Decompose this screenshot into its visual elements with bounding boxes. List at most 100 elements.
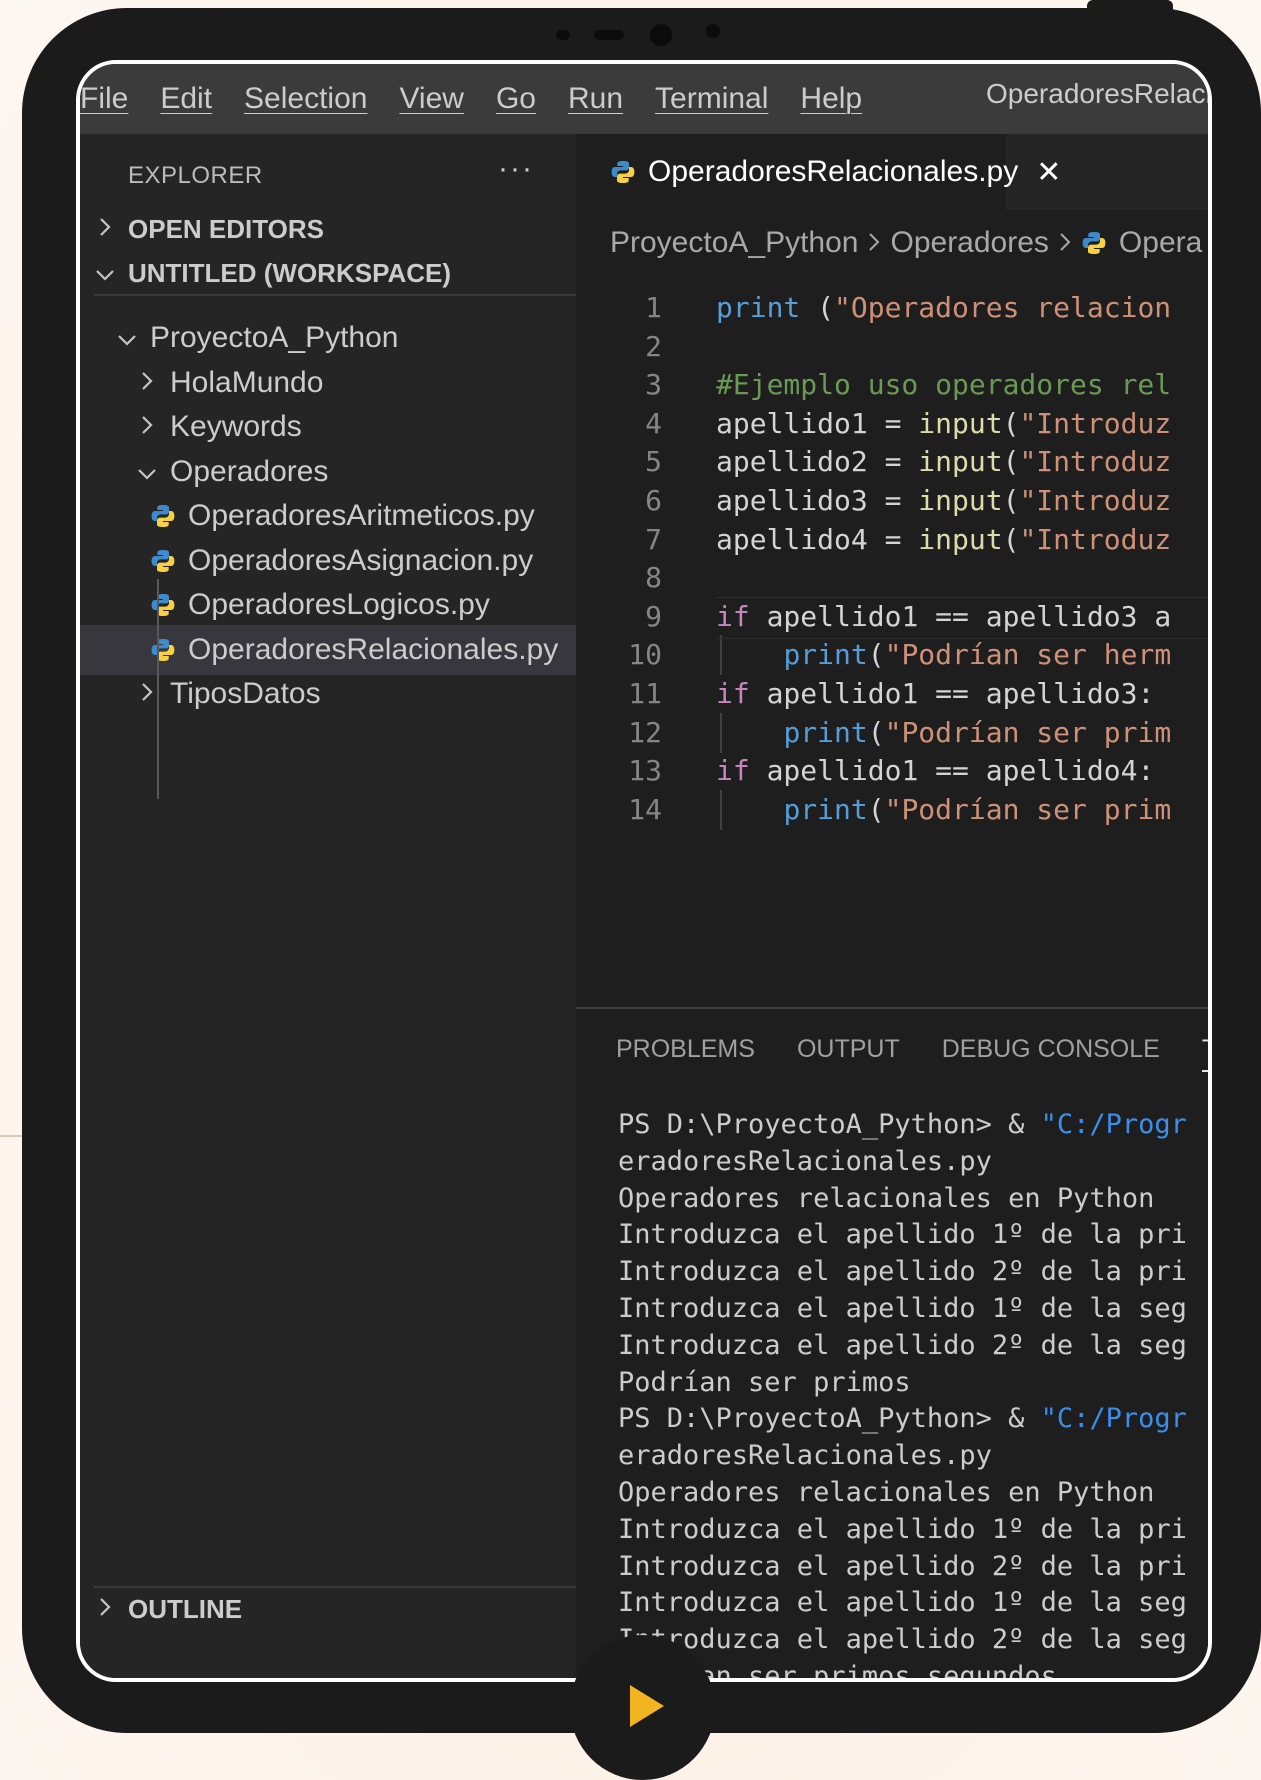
workspace-section[interactable]: UNTITLED (WORKSPACE) — [94, 258, 451, 289]
current-line-highlight — [716, 596, 1208, 639]
explorer-header: EXPLORER — [128, 162, 263, 189]
chevron-right-icon — [136, 679, 158, 710]
outline-section[interactable]: OUTLINE — [94, 1594, 242, 1625]
code-line[interactable]: 14 print("Podrían ser prim — [576, 789, 1208, 830]
menu-bar: File Edit Selection View Go Run Terminal Help Op… — [80, 64, 1208, 134]
code-line[interactable]: 13 if apellido1 == apellido4: — [576, 751, 1208, 791]
chevron-right-icon — [94, 1594, 116, 1625]
code-line[interactable]: 3 #Ejemplo uso operadores rel — [576, 365, 1208, 405]
tree-folder-item[interactable]: ProyectoA_Python — [80, 313, 576, 363]
tab-label: OperadoresRelacionales.py — [648, 155, 1019, 188]
play-button[interactable] — [570, 1635, 715, 1780]
camera-dot — [556, 30, 570, 40]
line-number: 12 — [628, 715, 662, 749]
line-number: 6 — [645, 484, 662, 517]
code-text: print("Podrían ser prim — [783, 715, 1172, 749]
more-actions-icon[interactable]: ··· — [498, 152, 534, 186]
panel-tab-problems[interactable]: PROBLEMS — [616, 1035, 755, 1072]
editor-area: OperadoresRelacionales.py ✕ ProyectoA_Py… — [576, 134, 1208, 1678]
decorative-line — [0, 1135, 22, 1137]
editor-tab[interactable]: OperadoresRelacionales.py ✕ — [576, 134, 1061, 210]
code-line[interactable]: 7 apellido4 = input("Introduz — [576, 520, 1208, 560]
tree-item-label: HolaMundo — [170, 366, 324, 399]
code-text: if apellido1 == apellido3: — [716, 677, 1155, 710]
line-number: 5 — [645, 445, 662, 479]
panel-tabs: PROBLEMS OUTPUT DEBUG CONSOLE TEI — [616, 1035, 1208, 1072]
menu-item-go[interactable]: Go — [480, 82, 552, 116]
play-icon — [630, 1685, 664, 1727]
breadcrumb-item[interactable]: Opera — [1119, 226, 1202, 260]
tree-folder-item[interactable]: TiposDatos — [80, 669, 576, 719]
indent-guide — [720, 789, 722, 830]
code-line[interactable]: 8 — [576, 558, 1208, 598]
terminal-output[interactable]: PS D:\ProyectoA_Python> & "C:/Progr erado… — [618, 1107, 1187, 1678]
python-file-icon — [150, 637, 176, 663]
tree-item-label: TiposDatos — [170, 677, 321, 710]
tree-file-item[interactable]: OperadoresRelacionales.py — [80, 625, 576, 675]
code-line[interactable]: 4 apellido1 = input("Introduz — [576, 404, 1208, 444]
line-number: 8 — [645, 561, 662, 595]
menu-item-file[interactable]: File — [80, 82, 144, 116]
tree-indent-guide — [157, 579, 159, 799]
code-text: apellido3 = input("Introduz — [716, 484, 1172, 517]
line-number: 14 — [628, 792, 662, 826]
menu-item-view[interactable]: View — [383, 82, 479, 116]
tree-folder-item[interactable]: Operadores — [80, 447, 576, 497]
code-text: if apellido1 == apellido4: — [716, 754, 1155, 788]
tree-item-label: OperadoresRelacionales.py — [188, 633, 559, 666]
code-text: print("Podrían ser prim — [783, 792, 1172, 826]
menu-item-selection[interactable]: Selection — [228, 82, 383, 116]
chevron-down-icon — [116, 323, 138, 354]
open-editors-section[interactable]: OPEN EDITORS — [94, 214, 324, 245]
panel-tab-tei[interactable]: TEI — [1201, 1035, 1208, 1072]
terminal-line: Introduzca el apellido 1º de la pri — [618, 1513, 1187, 1545]
code-line[interactable]: 6 apellido3 = input("Introduz — [576, 481, 1208, 521]
chevron-down-icon — [94, 258, 116, 289]
python-file-icon — [150, 503, 176, 529]
python-file-icon — [150, 592, 176, 618]
code-text: apellido2 = input("Introduz — [716, 445, 1172, 479]
light-sensor — [706, 24, 720, 38]
code-line[interactable]: 1 print ("Operadores relacion — [576, 288, 1208, 328]
code-line[interactable]: 11 if apellido1 == apellido3: — [576, 674, 1208, 714]
outline-label: OUTLINE — [128, 1594, 243, 1624]
window-title: OperadoresRelaci — [986, 78, 1212, 109]
tree-folder-item[interactable]: Keywords — [80, 402, 576, 452]
tree-file-item[interactable]: OperadoresAritmeticos.py — [80, 491, 576, 541]
panel-tab-debug-console[interactable]: DEBUG CONSOLE — [942, 1035, 1160, 1072]
breadcrumb: ProyectoA_Python Operadores Opera — [610, 226, 1202, 260]
line-number: 4 — [645, 406, 662, 440]
menu-item-edit[interactable]: Edit — [144, 82, 228, 116]
menu-item-run[interactable]: Run — [552, 82, 639, 116]
tree-file-item[interactable]: OperadoresLogicos.py — [80, 580, 576, 630]
menu-item-help[interactable]: Help — [784, 82, 878, 116]
line-number: 7 — [645, 522, 662, 556]
tree-file-item[interactable]: OperadoresAsignacion.py — [80, 536, 576, 586]
code-line[interactable]: 5 apellido2 = input("Introduz — [576, 442, 1208, 482]
breadcrumb-item[interactable]: Operadores — [890, 226, 1048, 260]
chevron-right-icon — [868, 227, 880, 259]
terminal-line: Operadores relacionales en Python — [618, 1182, 1155, 1214]
tree-item-label: ProyectoA_Python — [150, 321, 399, 354]
tree-folder-item[interactable]: HolaMundo — [80, 358, 576, 408]
tree-item-label: OperadoresLogicos.py — [188, 588, 490, 621]
tree-item-label: OperadoresAsignacion.py — [188, 544, 534, 577]
divider — [94, 294, 576, 296]
terminal-line: eradoresRelacionales.py — [618, 1440, 992, 1472]
python-file-icon — [1081, 230, 1107, 256]
code-text: print("Podrían ser herm — [783, 638, 1172, 672]
code-line[interactable]: 10 print("Podrían ser herm — [576, 635, 1208, 676]
breadcrumb-item[interactable]: ProyectoA_Python — [610, 226, 858, 260]
close-icon[interactable]: ✕ — [1036, 155, 1061, 190]
terminal-line: Podrían ser primos — [618, 1366, 911, 1398]
terminal-line: Introduzca el apellido 1º de la seg — [618, 1292, 1187, 1324]
speaker-slot — [594, 30, 624, 40]
bottom-panel: PROBLEMS OUTPUT DEBUG CONSOLE TEI PS D:\Pro… — [576, 1007, 1208, 1678]
line-number: 10 — [628, 638, 662, 672]
chevron-down-icon — [136, 457, 158, 488]
code-line[interactable]: 12 print("Podrían ser prim — [576, 712, 1208, 753]
panel-tab-output[interactable]: OUTPUT — [797, 1035, 900, 1072]
menu-item-terminal[interactable]: Terminal — [639, 82, 784, 116]
python-file-icon — [610, 159, 636, 185]
code-line[interactable]: 2 — [576, 327, 1208, 367]
